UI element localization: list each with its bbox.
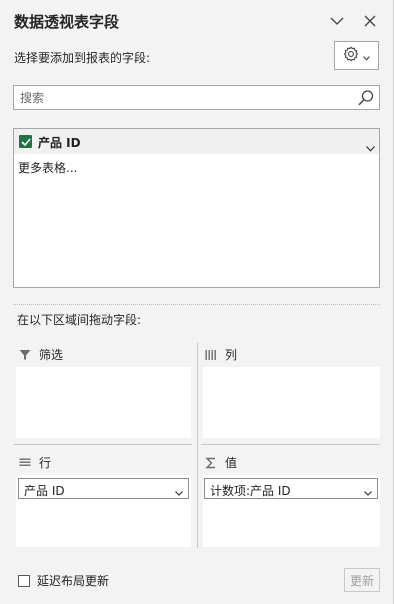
drag-fields-label: 在以下区域间拖动字段: [17, 313, 142, 327]
values-drop-zone[interactable]: 计数项:产品 ID [203, 475, 380, 547]
rows-icon [19, 457, 31, 469]
choose-fields-label: 选择要添加到报表的字段: [14, 51, 151, 65]
area-divider-vertical [197, 343, 198, 548]
field-list: 产品 ID 更多表格... [13, 128, 380, 288]
rows-drop-zone[interactable]: 产品 ID [16, 475, 191, 547]
field-checkbox[interactable] [19, 135, 32, 148]
rows-area-label: 行 [39, 456, 52, 470]
rows-field-item[interactable]: 产品 ID [18, 478, 189, 499]
values-field-item[interactable]: 计数项:产品 ID [204, 478, 378, 499]
values-area-header: 值 [205, 454, 237, 471]
gear-icon [343, 46, 359, 66]
chevron-down-icon [330, 17, 344, 26]
columns-area-header: 列 [205, 346, 237, 363]
search-box [13, 85, 380, 110]
sigma-icon [205, 457, 217, 469]
close-icon [364, 15, 376, 27]
divider [13, 304, 380, 305]
filter-icon [19, 349, 31, 361]
tools-button[interactable] [334, 41, 379, 70]
update-button[interactable]: 更新 [344, 568, 380, 592]
defer-layout-update-checkbox[interactable]: 延迟布局更新 [18, 572, 109, 589]
field-item-product-id[interactable]: 产品 ID [14, 129, 379, 154]
values-field-label: 计数项:产品 ID [210, 484, 291, 498]
chevron-down-icon[interactable] [366, 137, 375, 156]
rows-area-header: 行 [19, 454, 51, 471]
chevron-down-icon[interactable] [364, 485, 372, 499]
search-input[interactable] [20, 86, 350, 109]
field-label: 产品 ID [38, 136, 81, 150]
caret-down-icon [363, 46, 370, 65]
columns-area-label: 列 [225, 348, 238, 362]
more-tables-link[interactable]: 更多表格... [18, 159, 77, 176]
columns-drop-zone[interactable] [203, 367, 380, 438]
close-pane-button[interactable] [359, 10, 381, 32]
search-icon[interactable] [356, 88, 376, 108]
filters-drop-zone[interactable] [16, 367, 191, 438]
columns-icon [205, 349, 217, 361]
rows-field-label: 产品 ID [24, 484, 65, 498]
filters-area-header: 筛选 [19, 346, 63, 363]
filters-area-label: 筛选 [39, 348, 64, 362]
defer-layout-update-label: 延迟布局更新 [37, 574, 110, 588]
defer-checkbox-box[interactable] [18, 574, 30, 587]
pane-title: 数据透视表字段 [14, 13, 120, 31]
chevron-down-icon[interactable] [175, 485, 183, 499]
area-divider-horizontal [201, 444, 380, 445]
collapse-pane-button[interactable] [326, 10, 348, 32]
area-divider-horizontal [14, 444, 192, 445]
pivot-table-fields-pane: 数据透视表字段 选择要添加到报表的字段: 搜索 产品 ID 更多表格... 在以… [0, 0, 394, 604]
values-area-label: 值 [225, 456, 238, 470]
